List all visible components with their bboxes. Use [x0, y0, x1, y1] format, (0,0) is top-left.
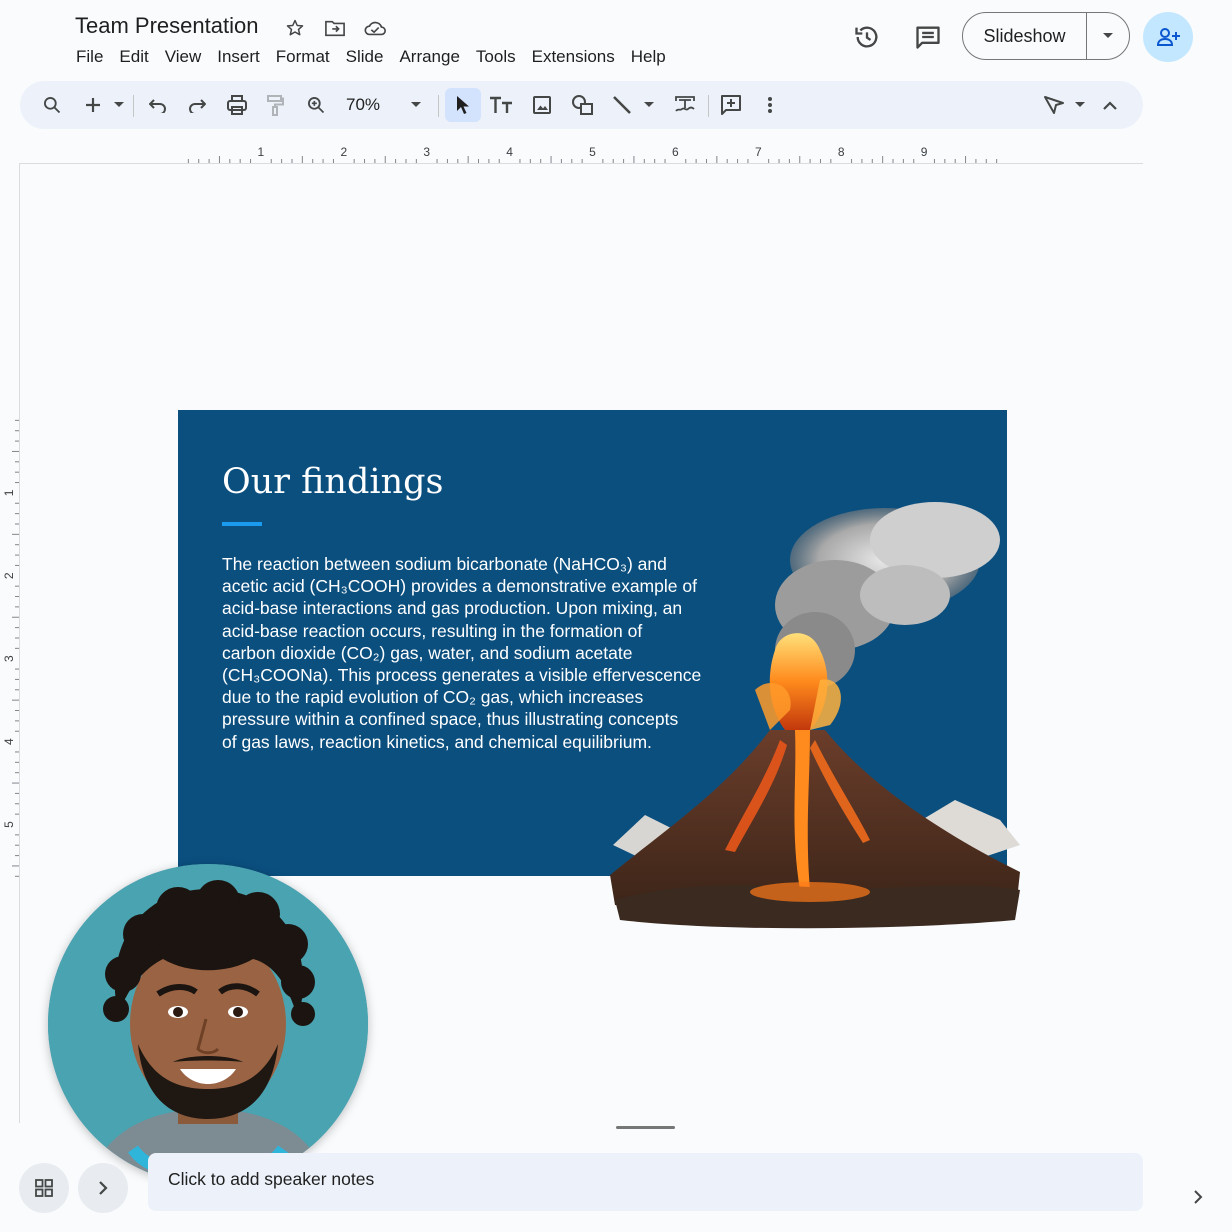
body-line: The reaction between sodium bicarbonate … — [222, 554, 667, 574]
side-panel-chevron-right-icon[interactable] — [1188, 1187, 1208, 1207]
star-icon[interactable] — [283, 16, 307, 40]
body-line: due to the rapid evolution of CO₂ gas, w… — [222, 687, 644, 708]
ruler-number: 1 — [2, 489, 16, 496]
ruler-number: 6 — [672, 145, 679, 159]
ruler-number: 3 — [423, 145, 430, 159]
vertical-ruler[interactable]: 1 2 3 4 5 — [0, 410, 20, 878]
pointer-mode-caret-icon[interactable] — [1070, 81, 1090, 129]
presenter-avatar — [48, 864, 368, 1184]
menu-help[interactable]: Help — [623, 45, 674, 69]
grid-view-icon — [35, 1179, 53, 1197]
share-button[interactable] — [1143, 12, 1193, 62]
insert-image-icon[interactable] — [525, 81, 559, 129]
title-accent-bar — [222, 522, 262, 526]
ruler-number: 5 — [589, 145, 596, 159]
grid-view-button[interactable] — [19, 1163, 69, 1213]
more-options-icon[interactable] — [758, 81, 782, 129]
menu-arrange[interactable]: Arrange — [391, 45, 467, 69]
alt-text-icon[interactable] — [668, 81, 702, 129]
body-line: acid-base reaction occurs, resulting in … — [222, 620, 643, 641]
zoom-caret-icon[interactable] — [405, 81, 427, 129]
zoom-level[interactable]: 70% — [338, 81, 388, 129]
menu-bar: File Edit View Insert Format Slide Arran… — [68, 45, 674, 69]
redo-icon[interactable] — [181, 81, 213, 129]
paint-format-icon[interactable] — [260, 81, 290, 129]
select-tool-icon[interactable] — [445, 88, 481, 122]
slideshow-options-caret-icon[interactable] — [1087, 32, 1129, 40]
menu-edit[interactable]: Edit — [111, 45, 156, 69]
ruler-number: 3 — [2, 655, 16, 662]
slideshow-button[interactable]: Slideshow — [963, 13, 1087, 59]
pointer-mode-icon[interactable] — [1038, 81, 1070, 129]
comments-icon[interactable] — [908, 17, 948, 57]
ruler-number: 5 — [2, 821, 16, 828]
cloud-saved-icon[interactable] — [363, 16, 387, 40]
version-history-icon[interactable] — [847, 17, 887, 57]
menu-format[interactable]: Format — [268, 45, 338, 69]
ruler-number: 4 — [506, 145, 513, 159]
menu-insert[interactable]: Insert — [209, 45, 268, 69]
horizontal-ruler[interactable]: 1 2 3 4 5 6 7 8 9 — [178, 140, 1008, 164]
move-folder-icon[interactable] — [323, 16, 347, 40]
volcano-image[interactable] — [605, 500, 1025, 940]
chevron-right-icon — [99, 1181, 108, 1195]
document-title[interactable]: Team Presentation — [75, 13, 258, 39]
new-slide-caret-icon[interactable] — [108, 81, 130, 129]
ruler-number: 8 — [838, 145, 845, 159]
add-person-icon — [1156, 28, 1180, 46]
menu-tools[interactable]: Tools — [468, 45, 524, 69]
show-filmstrip-button[interactable] — [78, 1163, 128, 1213]
search-menus-icon[interactable] — [32, 81, 72, 129]
menu-extensions[interactable]: Extensions — [524, 45, 623, 69]
collapse-toolbar-chevron-up-icon[interactable] — [1096, 81, 1124, 129]
ruler-number: 1 — [258, 145, 265, 159]
presenter-camera-bubble[interactable] — [48, 864, 368, 1184]
new-slide-icon[interactable] — [78, 81, 108, 129]
toolbar: 70% — [20, 81, 1143, 129]
notes-resize-handle[interactable] — [616, 1126, 675, 1129]
slide-title[interactable]: Our findings — [222, 462, 443, 502]
line-caret-icon[interactable] — [638, 81, 660, 129]
slideshow-button-group: Slideshow — [962, 12, 1130, 60]
undo-icon[interactable] — [142, 81, 174, 129]
menu-view[interactable]: View — [157, 45, 210, 69]
body-line: carbon dioxide (CO₂) gas, water, and sod… — [222, 642, 633, 663]
zoom-icon[interactable] — [300, 81, 332, 129]
add-comment-icon[interactable] — [713, 81, 749, 129]
speaker-notes-area[interactable]: Click to add speaker notes — [148, 1153, 1143, 1211]
ruler-number: 2 — [2, 572, 16, 579]
print-icon[interactable] — [220, 81, 254, 129]
ruler-number: 7 — [755, 145, 762, 159]
ruler-number: 4 — [2, 738, 16, 745]
ruler-number: 9 — [921, 145, 928, 159]
menu-slide[interactable]: Slide — [338, 45, 392, 69]
body-line: of gas laws, reaction kinetics, and chem… — [222, 731, 652, 752]
menu-file[interactable]: File — [68, 45, 111, 69]
shape-icon[interactable] — [566, 81, 600, 129]
line-icon[interactable] — [608, 81, 636, 129]
speaker-notes-placeholder[interactable]: Click to add speaker notes — [168, 1169, 374, 1190]
ruler-number: 2 — [340, 145, 347, 159]
text-box-icon[interactable] — [484, 81, 518, 129]
